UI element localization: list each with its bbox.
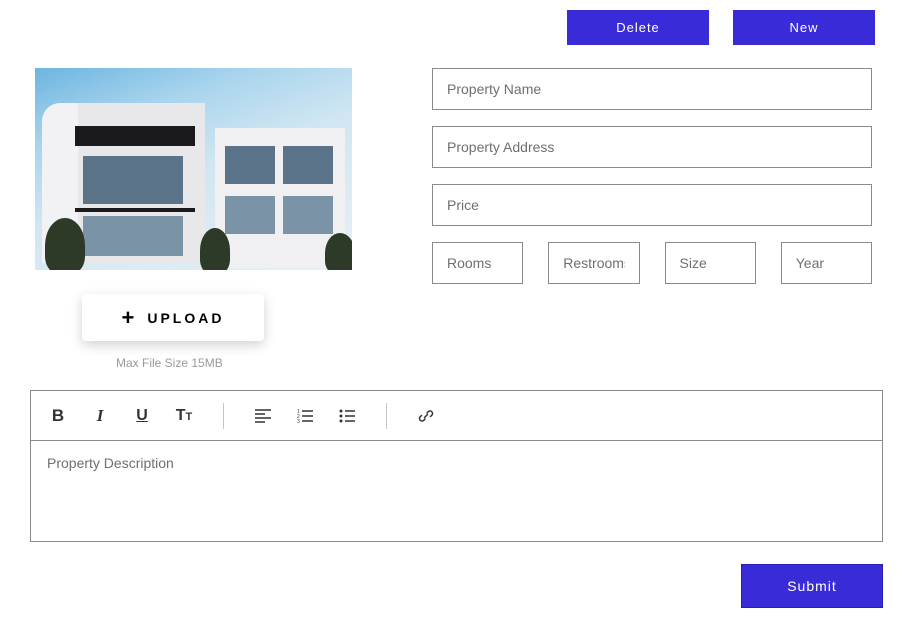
- submit-button[interactable]: Submit: [741, 564, 883, 608]
- editor-toolbar: B I U TT 123: [31, 391, 882, 441]
- bullet-list-button[interactable]: [336, 405, 358, 427]
- description-editor: B I U TT 123 Property Description: [30, 390, 883, 542]
- property-address-input[interactable]: [432, 126, 872, 168]
- description-textarea[interactable]: Property Description: [31, 441, 882, 541]
- toolbar-separator: [386, 403, 387, 429]
- price-input[interactable]: [432, 184, 872, 226]
- property-fields: [432, 68, 872, 284]
- link-button[interactable]: [415, 405, 437, 427]
- italic-button[interactable]: I: [89, 405, 111, 427]
- description-placeholder: Property Description: [47, 455, 174, 471]
- top-button-bar: Delete New: [567, 10, 875, 45]
- align-left-icon: [255, 409, 271, 423]
- align-left-button[interactable]: [252, 405, 274, 427]
- link-icon: [418, 408, 434, 424]
- svg-text:3: 3: [297, 419, 300, 423]
- bullet-list-icon: [339, 409, 355, 423]
- delete-button[interactable]: Delete: [567, 10, 709, 45]
- restrooms-input[interactable]: [548, 242, 639, 284]
- property-name-input[interactable]: [432, 68, 872, 110]
- text-size-button[interactable]: TT: [173, 405, 195, 427]
- italic-icon: I: [97, 406, 104, 426]
- size-input[interactable]: [665, 242, 756, 284]
- toolbar-separator: [223, 403, 224, 429]
- underline-button[interactable]: U: [131, 405, 153, 427]
- plus-icon: +: [122, 307, 138, 329]
- text-size-icon: TT: [176, 407, 193, 425]
- bold-button[interactable]: B: [47, 405, 69, 427]
- rooms-input[interactable]: [432, 242, 523, 284]
- numbered-list-icon: 123: [297, 409, 313, 423]
- underline-icon: U: [136, 407, 148, 425]
- new-button[interactable]: New: [733, 10, 875, 45]
- file-size-hint: Max File Size 15MB: [116, 356, 223, 370]
- upload-button[interactable]: + UPLOAD: [82, 294, 264, 341]
- upload-label: UPLOAD: [147, 310, 224, 326]
- bold-icon: B: [52, 406, 64, 426]
- property-image: [35, 68, 352, 270]
- year-input[interactable]: [781, 242, 872, 284]
- numbered-list-button[interactable]: 123: [294, 405, 316, 427]
